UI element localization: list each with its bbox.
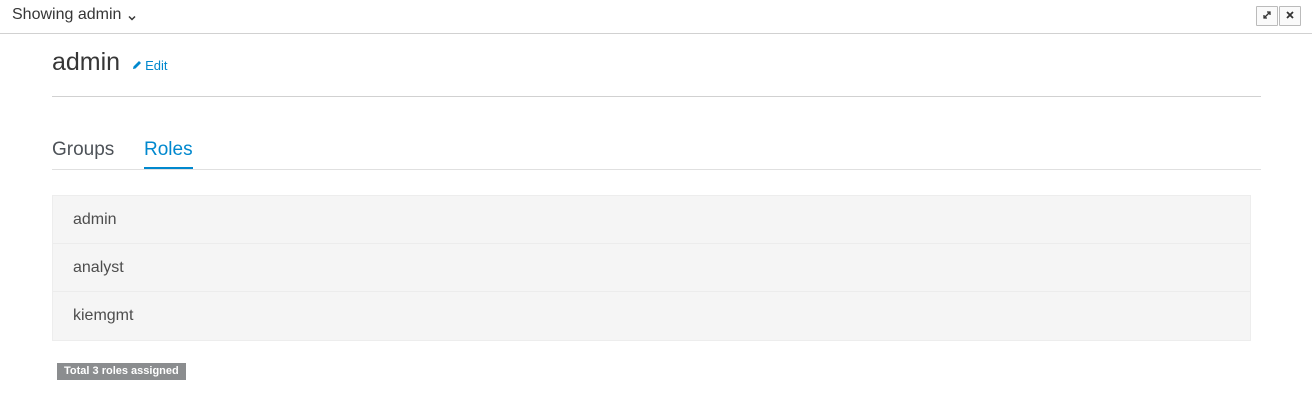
page-title: admin [52,48,121,76]
close-icon [1285,7,1295,25]
chevron-down-icon [127,10,137,21]
list-item[interactable]: kiemgmt [53,292,1250,340]
header-divider [52,96,1261,97]
title-dropdown[interactable]: Showing admin [12,6,137,24]
tab-bar: Groups Roles [52,137,1261,170]
close-button[interactable] [1279,6,1301,26]
window-titlebar: Showing admin [0,0,1312,34]
window-title: Showing admin [12,6,122,23]
tab-groups[interactable]: Groups [52,139,114,167]
edit-label: Edit [145,58,168,73]
maximize-button[interactable] [1256,6,1278,26]
total-roles-badge: Total 3 roles assigned [57,363,186,380]
user-header: admin Edit [52,48,168,77]
list-item[interactable]: analyst [53,244,1250,292]
roles-list: admin analyst kiemgmt [52,195,1251,341]
list-item[interactable]: admin [53,196,1250,244]
edit-link[interactable]: Edit [132,58,168,73]
expand-icon [1262,7,1272,25]
tab-roles[interactable]: Roles [144,139,193,169]
pencil-icon [132,58,142,73]
